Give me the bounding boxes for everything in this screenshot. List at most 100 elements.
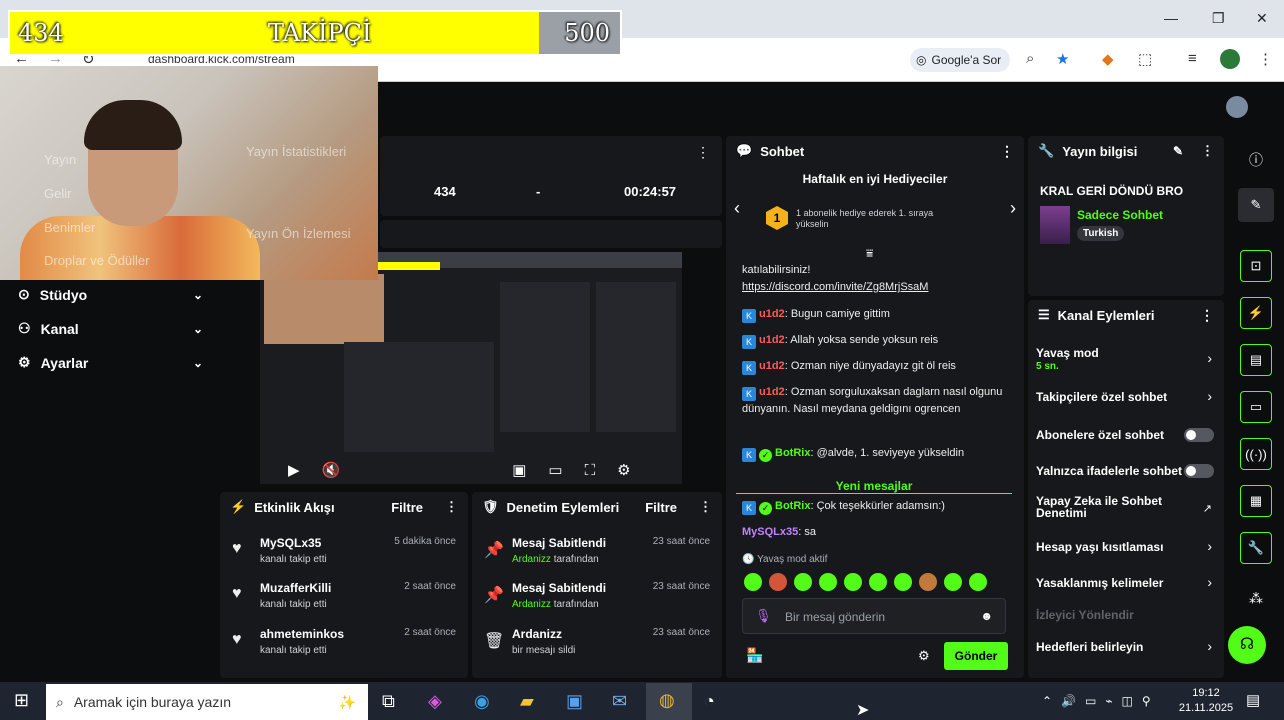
edit-mode-icon[interactable]: ✎ (1238, 188, 1274, 222)
more-icon[interactable]: ⋮ (696, 144, 710, 161)
subscribers-only-toggle[interactable] (1184, 428, 1214, 442)
file-explorer-icon[interactable]: ▰ (520, 691, 534, 712)
info-icon[interactable]: ⓘ (1249, 150, 1263, 170)
edge-icon[interactable]: ◉ (474, 691, 490, 712)
pinned-arrow-icon[interactable]: ⩸ (866, 246, 873, 261)
store-icon[interactable]: ▣ (566, 691, 583, 712)
emote-icon[interactable] (844, 573, 862, 591)
emotes-only-toggle[interactable] (1184, 464, 1214, 478)
extensions-icon[interactable]: ⬚ (1138, 50, 1152, 68)
sidebar-item-settings[interactable]: ⚙ Ayarlar ⌄ (18, 354, 203, 371)
emote-icon[interactable] (744, 573, 762, 591)
moderation-filter-button[interactable]: Filtre (645, 500, 677, 515)
user-avatar[interactable] (1226, 96, 1248, 118)
emote-icon[interactable] (769, 573, 787, 591)
gear-icon[interactable]: ⚙ (918, 648, 930, 664)
help-icon[interactable]: ☊ (1228, 626, 1266, 664)
chevron-right-icon[interactable]: › (1207, 574, 1212, 590)
bookmark-star-icon[interactable]: ★ (1056, 50, 1069, 68)
chat-username[interactable]: u1d2 (759, 386, 785, 398)
media-icon[interactable]: ≡ (1188, 50, 1197, 67)
more-icon[interactable]: ⋮ (1201, 143, 1214, 159)
followers-only-action[interactable]: Takipçilere özel sohbet (1036, 390, 1216, 404)
activity-user[interactable]: ahmeteminkos (260, 627, 344, 641)
system-tray[interactable]: ⌃🔊▭⌁◫⚲ (1042, 694, 1160, 708)
chat-username[interactable]: MySQLx35 (742, 526, 798, 538)
activity-user[interactable]: MySQLx35 (260, 536, 321, 550)
emote-icon[interactable] (819, 573, 837, 591)
sidebar-item-studio[interactable]: ⊙ Stüdyo ⌄ (18, 286, 203, 303)
settings-icon[interactable]: ⚙ (617, 461, 630, 479)
metamask-icon[interactable]: ◆ (1102, 50, 1114, 68)
stream-category[interactable]: Sadece Sohbet (1077, 208, 1163, 222)
notification-icon[interactable]: ▤ (1246, 691, 1260, 709)
sidebar-item-channel[interactable]: ⚇ Kanal ⌄ (18, 320, 203, 337)
fullscreen-icon[interactable]: ⛶ (585, 462, 596, 479)
windows-start-icon[interactable]: ⊞ (14, 690, 29, 711)
theater-icon[interactable]: ▭ (548, 461, 562, 479)
obs-icon[interactable]: ◔ (704, 691, 715, 712)
emote-icon[interactable] (969, 573, 987, 591)
moderator-name[interactable]: Ardanizz (512, 554, 551, 565)
more-icon[interactable]: ⋮ (445, 499, 458, 515)
minimize-icon[interactable]: — (1164, 10, 1178, 26)
notes-icon[interactable]: ▤ (1240, 344, 1272, 376)
chrome-taskbar-item[interactable]: ◍ (646, 683, 692, 720)
chat-bubble-icon[interactable]: ▭ (1240, 391, 1272, 423)
emote-icon[interactable] (944, 573, 962, 591)
lightning-icon[interactable]: ⚡ (1240, 297, 1272, 329)
emote-icon[interactable] (794, 573, 812, 591)
more-icon[interactable]: ⋮ (1200, 307, 1214, 324)
moderation-action[interactable]: Ardanizz (512, 627, 562, 641)
chat-username[interactable]: u1d2 (759, 334, 785, 346)
chat-username[interactable]: u1d2 (759, 308, 785, 320)
copilot-icon[interactable]: ◈ (428, 691, 442, 712)
discord-link[interactable]: https://discord.com/invite/Zg8MrjSsaM (742, 279, 1008, 296)
ai-moderation-action[interactable]: Yapay Zeka ile Sohbet Denetimi (1036, 495, 1186, 519)
chat-username[interactable]: BotRix (775, 500, 810, 512)
chevron-right-icon[interactable]: › (1207, 638, 1212, 654)
maximize-icon[interactable]: ❐ (1212, 10, 1225, 27)
banned-words-action[interactable]: Yasaklanmış kelimeler (1036, 576, 1216, 590)
profile-avatar[interactable] (1220, 49, 1240, 69)
send-button[interactable]: Gönder (944, 642, 1008, 670)
chat-username[interactable]: BotRix (775, 447, 810, 459)
mute-icon[interactable]: 🔇 (322, 461, 341, 479)
zoom-icon[interactable]: ⌕ (1026, 50, 1034, 67)
more-icon[interactable]: ⋮ (1000, 143, 1014, 160)
menu-icon[interactable]: ⋮ (1258, 50, 1273, 68)
google-sor-button[interactable]: ◎ Google'a Sor (910, 48, 1010, 72)
moderator-name[interactable]: Ardanizz (512, 599, 551, 610)
more-icon[interactable]: ⋮ (699, 499, 712, 515)
clock[interactable]: 19:12 21.11.2025 (1176, 686, 1236, 716)
chat-input[interactable]: 🎙 Bir mesaj gönderin ☻ (742, 598, 1006, 634)
close-icon[interactable]: ✕ (1256, 10, 1268, 27)
microphone-icon[interactable]: 🎙 (755, 608, 772, 624)
chevron-left-icon[interactable]: ‹ (734, 198, 740, 219)
emoji-icon[interactable]: ☻ (980, 609, 993, 623)
chevron-right-icon[interactable]: › (1207, 538, 1212, 554)
account-age-action[interactable]: Hesap yaşı kısıtlaması (1036, 540, 1216, 554)
broadcast-icon[interactable]: ((·)) (1240, 438, 1272, 470)
chevron-right-icon[interactable]: › (1010, 198, 1016, 219)
screenshot-icon[interactable]: ⊡ (1240, 250, 1272, 282)
emote-icon[interactable] (919, 573, 937, 591)
store-icon[interactable]: 🏪 (746, 647, 763, 664)
layout-icon[interactable]: ▦ (1240, 485, 1272, 517)
activity-filter-button[interactable]: Filtre (391, 500, 423, 515)
mail-icon[interactable]: ✉ (612, 691, 627, 712)
chevron-right-icon[interactable]: › (1207, 350, 1212, 366)
slow-mode-action[interactable]: Yavaş mod (1036, 346, 1216, 360)
pip-icon[interactable]: ▣ (512, 461, 526, 479)
stream-preview[interactable]: ▶ 🔇 ▣ ▭ ⛶ ⚙ (260, 252, 682, 484)
play-icon[interactable]: ▶ (288, 461, 300, 479)
activity-user[interactable]: MuzafferKilli (260, 581, 331, 595)
wrench-icon[interactable]: 🔧 (1240, 532, 1272, 564)
task-view-icon[interactable]: ⧉ (382, 691, 395, 712)
chevron-right-icon[interactable]: › (1207, 388, 1212, 404)
taskbar-search[interactable]: ⌕ Aramak için buraya yazın ✨ (46, 684, 368, 720)
emote-icon[interactable] (869, 573, 887, 591)
chart-icon[interactable]: ↗ (1203, 502, 1212, 515)
apps-icon[interactable]: ⁂ (1249, 590, 1263, 607)
edit-icon[interactable]: ✎ (1173, 144, 1183, 158)
